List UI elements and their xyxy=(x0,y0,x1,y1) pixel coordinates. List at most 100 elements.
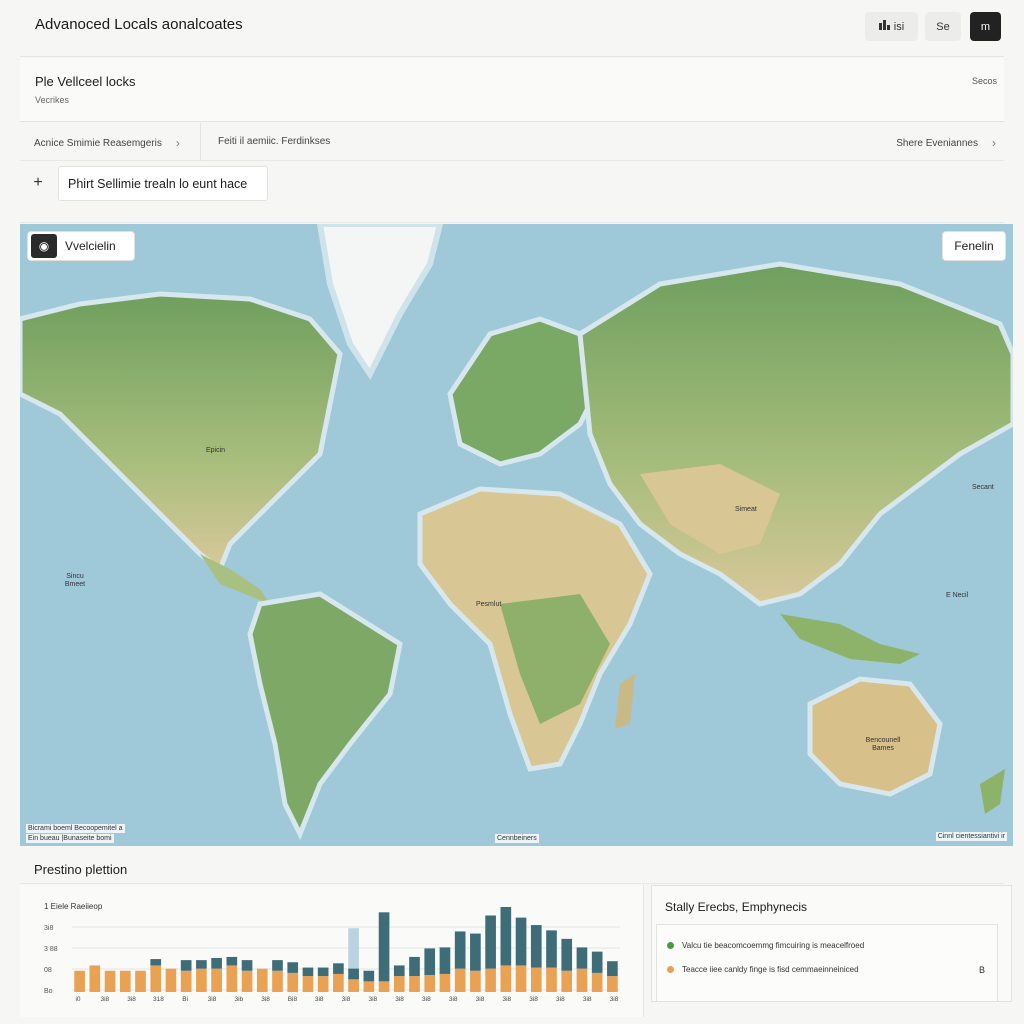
x-tick-label: 3i8 xyxy=(610,996,619,1003)
bar-segment xyxy=(470,933,481,971)
bar-segment xyxy=(378,912,390,982)
bar-segment xyxy=(272,960,283,971)
bar-segment xyxy=(546,967,557,992)
map-filter-chip[interactable]: Fenelin xyxy=(943,232,1005,260)
bar-segment xyxy=(211,968,222,992)
x-tick-label: 3i8 xyxy=(395,996,404,1003)
bar-segment xyxy=(591,951,603,973)
x-tick-label: 3i8 xyxy=(556,996,565,1003)
legend-dot-icon xyxy=(667,966,674,973)
action-button[interactable]: Phirt Sellimie trealn lo eunt hace xyxy=(58,166,268,201)
bar-segment xyxy=(226,956,238,966)
legend-value: B xyxy=(978,965,985,975)
x-tick-label: Bi xyxy=(182,996,188,1003)
bar-segment xyxy=(256,968,268,992)
bar-segment xyxy=(607,961,618,977)
add-button[interactable]: + xyxy=(20,165,56,201)
bar-segment xyxy=(530,925,542,968)
x-tick-label: 3i8 xyxy=(476,996,485,1003)
y-tick-label: 3i8 xyxy=(44,925,53,932)
section-title: Ple Vellceel locks xyxy=(35,74,136,89)
y-tick-label: 08 xyxy=(44,967,52,974)
x-tick-label: 3i8 xyxy=(127,996,136,1003)
section-header: Ple Vellceel locks Vecrikes Secos xyxy=(20,58,1004,122)
bar-segment xyxy=(454,968,466,992)
chart-icon xyxy=(878,20,890,33)
secondary-button[interactable]: Se xyxy=(925,12,961,41)
map-label: Pesmlut xyxy=(476,601,502,608)
bar-segment xyxy=(104,970,116,992)
bar-segment xyxy=(317,976,329,992)
chevron-right-icon: › xyxy=(175,136,180,150)
bar-segment xyxy=(74,970,85,992)
bar-segment xyxy=(530,967,542,992)
bar-segment xyxy=(196,968,207,992)
x-tick-label: 3i8 xyxy=(583,996,592,1003)
map-label: E Necil xyxy=(946,592,969,599)
bar-segment xyxy=(241,960,253,971)
breadcrumb-item-1[interactable]: Acnice Smimie Reasemgeris › xyxy=(34,136,180,150)
bar-segment xyxy=(89,965,101,992)
bar-segment xyxy=(393,965,405,977)
bar-segment xyxy=(317,967,329,977)
breadcrumb-item-2[interactable]: Feiti il aemiic. Ferdinkses xyxy=(218,136,330,147)
bar-segment xyxy=(576,947,588,969)
bar-segment xyxy=(196,960,207,969)
bar-segment xyxy=(591,972,603,992)
map-attribution-right: Cinnl cientessiantivi ir xyxy=(935,832,1007,841)
map-attribution-2: Ein bueau |Bunaseite bomi xyxy=(26,834,114,843)
bar-segment xyxy=(424,948,436,975)
bar-segment xyxy=(378,981,390,992)
bar-segment xyxy=(333,973,344,992)
bar-segment xyxy=(393,976,405,992)
breadcrumb-label-1: Acnice Smimie Reasemgeris xyxy=(34,137,162,149)
menu-icon: m xyxy=(980,20,991,33)
x-tick-label: 3i8 xyxy=(449,996,458,1003)
chart-view-button[interactable]: isi xyxy=(865,12,918,41)
bar-segment xyxy=(470,970,481,992)
map-layer-chip[interactable]: ◉ Vvelcielin xyxy=(28,232,134,260)
chart-panel: 1 Eiele Raeiieop 3i8 3 88 08 Bo i0 3i8 3i8 318 Bi… xyxy=(20,885,644,1017)
bar-segment xyxy=(485,968,496,992)
app-title: Advanoced Locals aonalcoates xyxy=(35,16,243,33)
bar-segment xyxy=(500,965,512,992)
bar-segment xyxy=(424,975,436,992)
x-tick-label: 3i8 xyxy=(502,996,511,1003)
breadcrumb-right-item[interactable]: Shere Eveniannes › xyxy=(896,136,996,150)
bar-segment xyxy=(135,970,146,992)
x-tick-label: 3i8 xyxy=(342,996,351,1003)
bottom-section-title: Prestino plettion xyxy=(34,862,128,877)
bar-segment xyxy=(287,972,299,992)
map-layer-label: Vvelcielin xyxy=(65,239,116,253)
map-label: Epicin xyxy=(206,447,226,454)
breadcrumb: Acnice Smimie Reasemgeris › Feiti il aem… xyxy=(20,123,1004,161)
bar-segment xyxy=(226,965,238,992)
legend-item: Valcu tie beacomcoemmg fimcuiring is mea… xyxy=(667,941,864,950)
section-right-link[interactable]: Secos xyxy=(972,76,997,86)
chevron-right-icon: › xyxy=(992,136,996,150)
y-tick-label: Bo xyxy=(44,988,53,995)
x-tick-label: 3ib xyxy=(234,996,243,1003)
summary-panel: Stally Erecbs, Emphynecis Valcu tie beac… xyxy=(651,885,1012,1002)
map-label: Bencounell Bames xyxy=(865,737,901,752)
bar-segment xyxy=(500,907,512,966)
divider xyxy=(20,883,1004,884)
x-tick-label: 3i8 xyxy=(100,996,109,1003)
menu-button[interactable]: m xyxy=(970,12,1001,41)
bar-segment xyxy=(302,976,314,992)
x-tick-label: 3i8 xyxy=(368,996,377,1003)
section-subtitle: Vecrikes xyxy=(35,95,70,105)
x-tick-label: 3i8 xyxy=(422,996,431,1003)
breadcrumb-right-label: Shere Eveniannes xyxy=(896,137,978,149)
x-tick-label: 318 xyxy=(153,996,164,1003)
bar-segment xyxy=(607,976,618,992)
breadcrumb-divider xyxy=(200,123,201,161)
bar-segment xyxy=(165,968,177,992)
top-bar: Advanoced Locals aonalcoates isi Se m xyxy=(20,0,1004,57)
x-tick-label: 3i8 xyxy=(315,996,324,1003)
bar-segment xyxy=(150,965,162,992)
bar-segment xyxy=(409,956,420,977)
world-map[interactable]: ◉ Vvelcielin Fenelin Epicin Sincu Bmeet … xyxy=(20,224,1013,846)
bar-segment xyxy=(150,959,162,966)
x-tick-label: Bi8 xyxy=(288,996,298,1003)
